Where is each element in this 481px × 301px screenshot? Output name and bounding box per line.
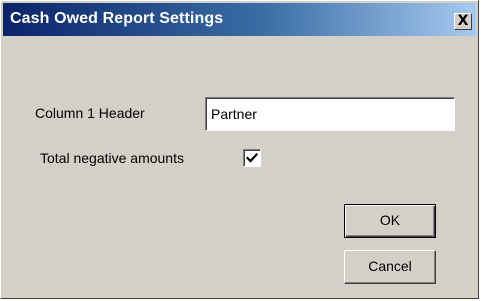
total-negative-checkbox[interactable] bbox=[243, 149, 261, 167]
ok-button[interactable]: OK bbox=[344, 204, 436, 238]
total-negative-label: Total negative amounts bbox=[40, 150, 184, 166]
column1-header-label: Column 1 Header bbox=[35, 105, 145, 121]
title-bar: Cash Owed Report Settings X bbox=[3, 3, 476, 36]
close-button[interactable]: X bbox=[454, 13, 472, 30]
settings-dialog: Cash Owed Report Settings X Column 1 Hea… bbox=[0, 0, 479, 299]
checkmark-icon bbox=[246, 152, 258, 163]
cancel-button[interactable]: Cancel bbox=[344, 250, 436, 284]
close-icon: X bbox=[457, 13, 469, 29]
window-title: Cash Owed Report Settings bbox=[10, 10, 224, 27]
column1-header-input[interactable] bbox=[205, 97, 455, 131]
